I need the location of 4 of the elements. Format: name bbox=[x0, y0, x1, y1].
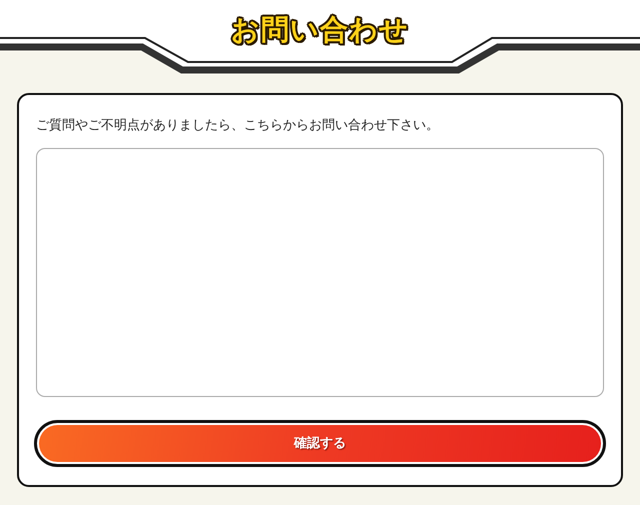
intro-text: ご質問やご不明点がありましたら、こちらからお問い合わせ下さい。 bbox=[36, 117, 440, 135]
message-field[interactable] bbox=[36, 148, 604, 397]
confirm-button[interactable]: 確認する bbox=[34, 420, 606, 467]
page-title: お問い合わせ bbox=[231, 12, 409, 48]
